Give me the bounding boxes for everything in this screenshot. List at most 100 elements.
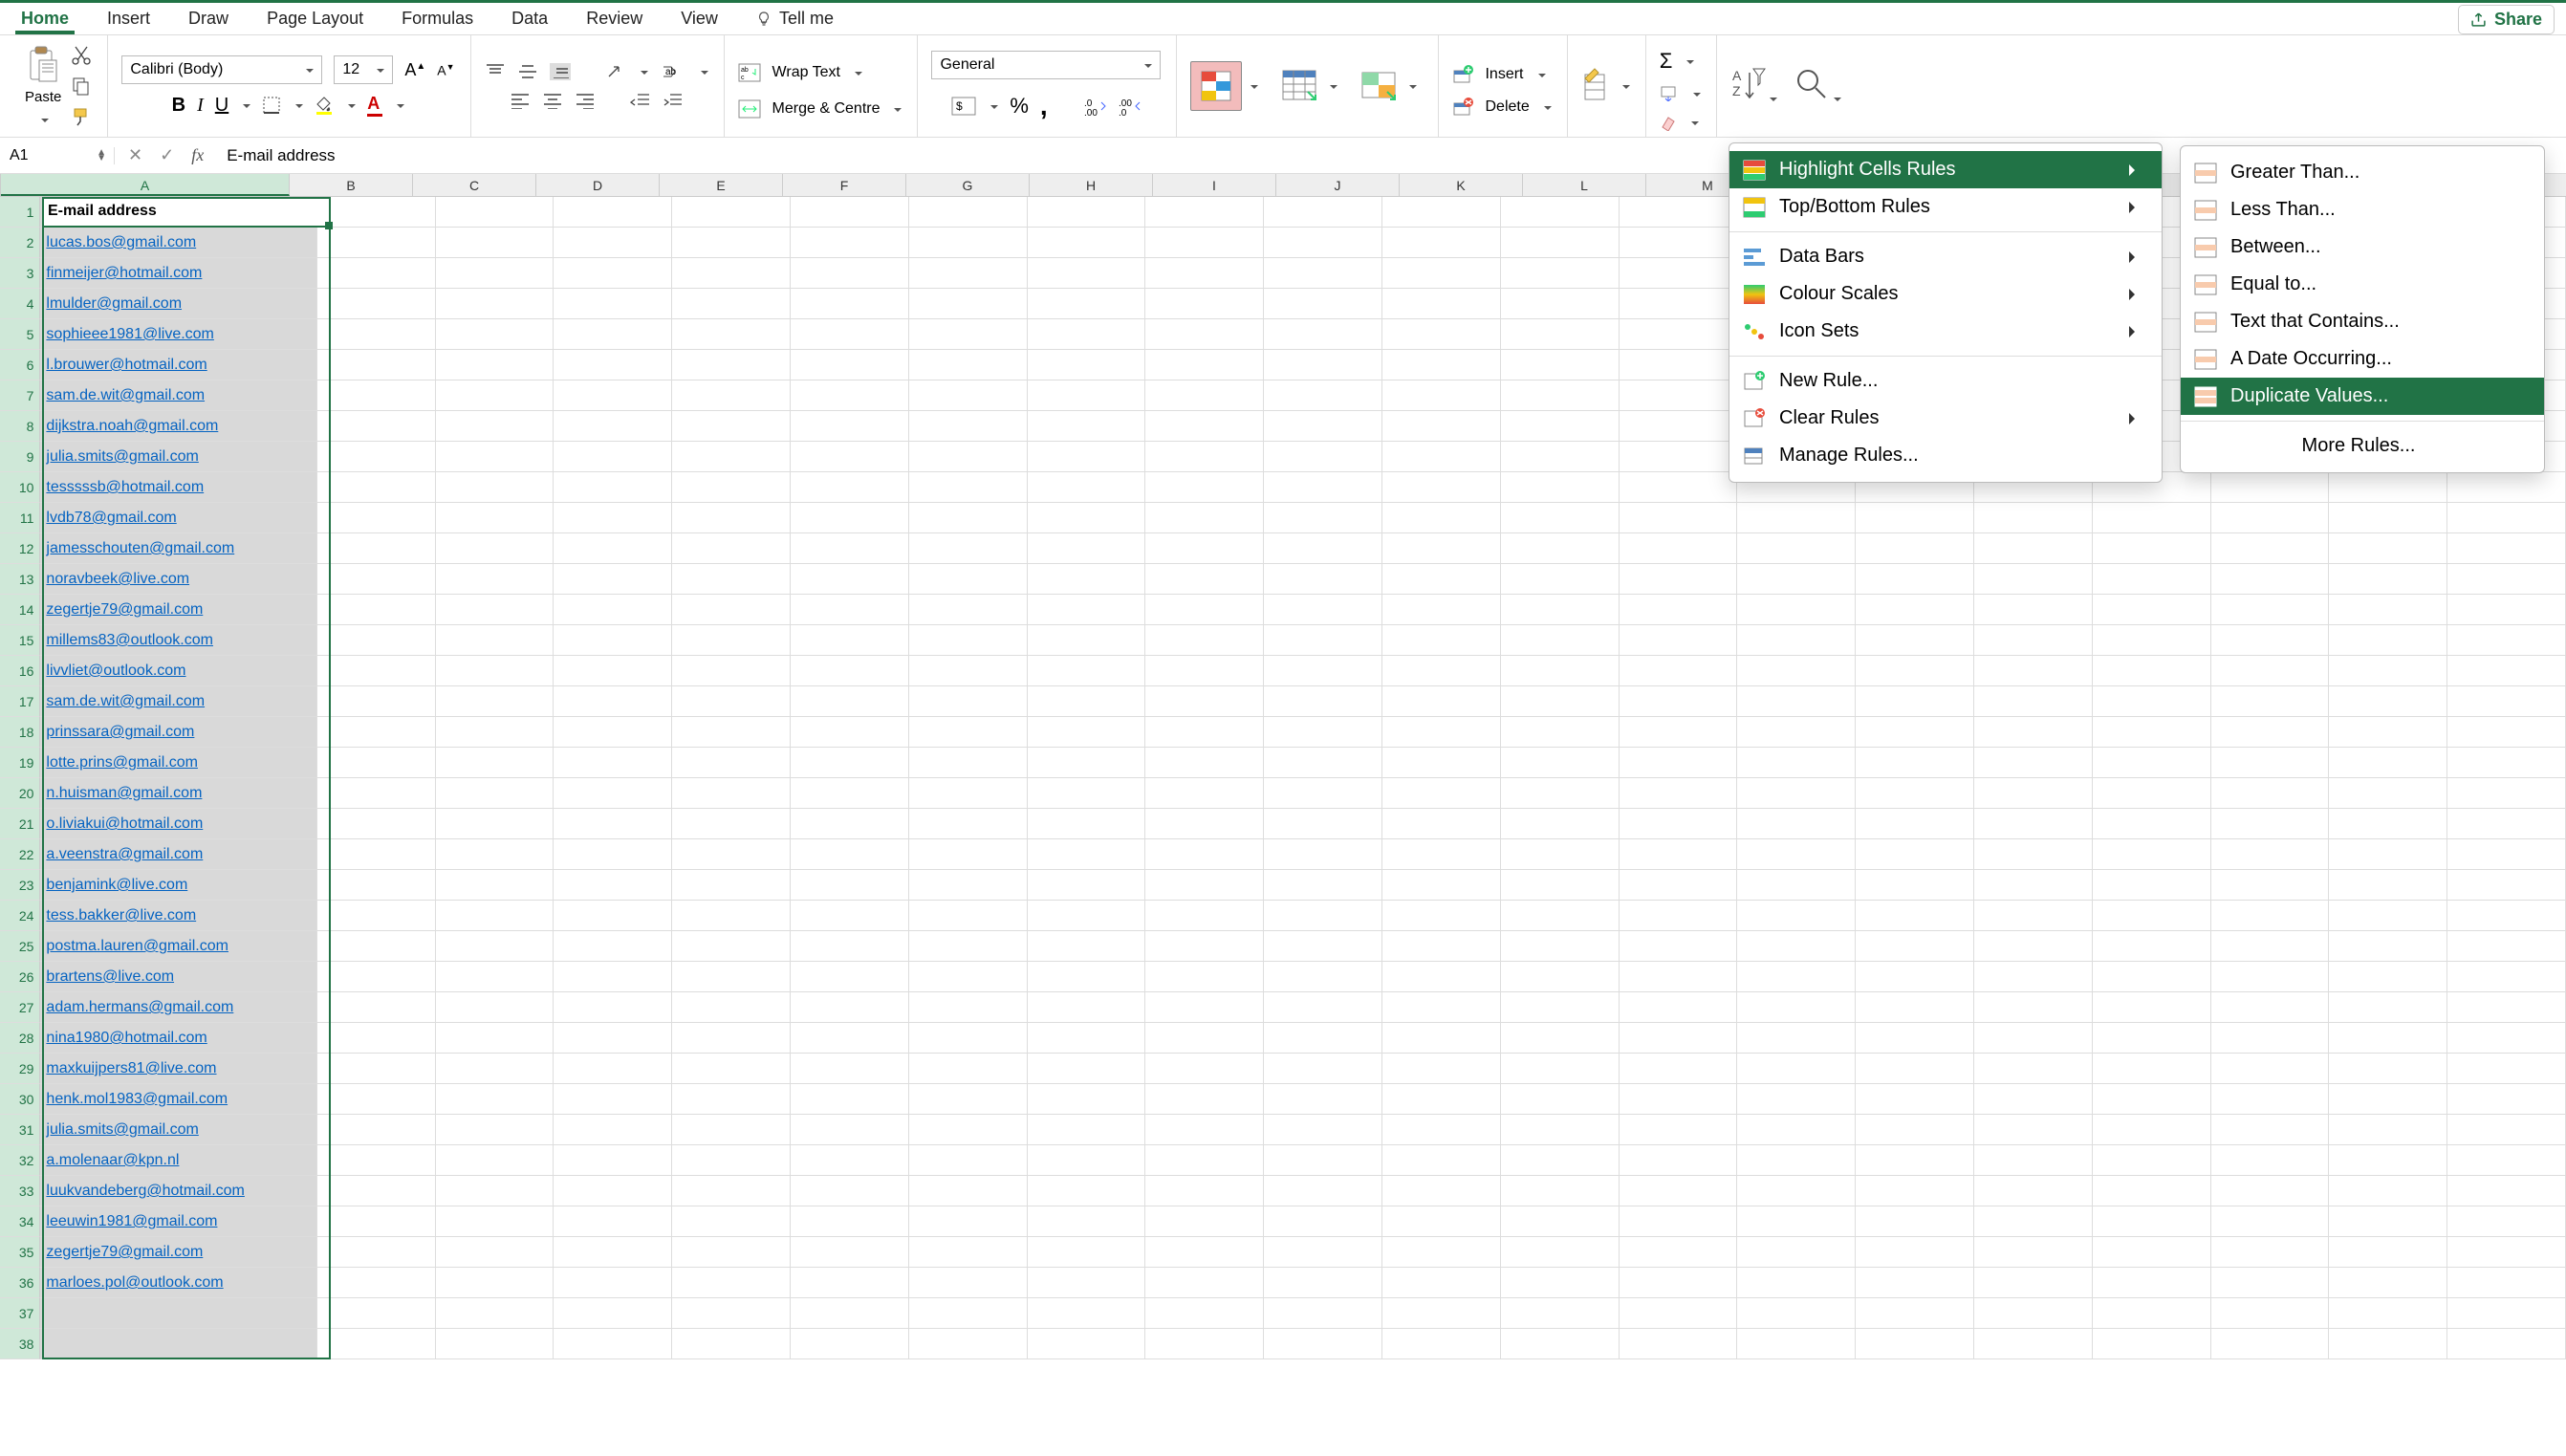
cell[interactable] [317,809,436,839]
cell[interactable] [2211,503,2330,533]
cell[interactable] [672,656,791,686]
tab-review[interactable]: Review [582,9,646,29]
cell[interactable] [1620,931,1738,962]
cell[interactable] [1856,656,1974,686]
cell[interactable] [672,503,791,533]
cell[interactable] [2093,1268,2211,1298]
decrease-decimal-icon[interactable]: .00.0 [1119,97,1142,116]
cell[interactable] [1737,533,1856,564]
decrease-indent-icon[interactable] [630,92,651,109]
cell[interactable] [1974,564,2093,595]
cell[interactable] [554,442,672,472]
orientation-icon[interactable] [605,63,626,80]
row-header[interactable]: 6 [0,350,40,380]
email-cell[interactable] [40,1329,316,1359]
cell[interactable] [791,350,909,380]
fill-icon[interactable] [1660,86,1679,101]
cell[interactable] [2093,901,2211,931]
cell[interactable] [1620,1237,1738,1268]
cell[interactable] [2093,533,2211,564]
cell[interactable] [1382,533,1501,564]
cell[interactable] [1737,931,1856,962]
cell[interactable] [436,442,555,472]
cell[interactable] [1264,1298,1382,1329]
cell[interactable] [1737,656,1856,686]
tab-draw[interactable]: Draw [185,9,232,29]
row-header[interactable]: 29 [0,1054,40,1084]
cell[interactable] [791,1176,909,1206]
cell[interactable] [1501,656,1620,686]
menu-manage-rules[interactable]: Manage Rules... [1729,437,2162,474]
cell[interactable] [1856,778,1974,809]
cell[interactable] [1620,1206,1738,1237]
cell[interactable] [436,472,555,503]
cell[interactable] [2093,931,2211,962]
cell[interactable] [1737,1206,1856,1237]
cell[interactable] [1620,228,1738,258]
cell[interactable] [791,1298,909,1329]
cell[interactable] [1620,289,1738,319]
cell[interactable] [1501,1084,1620,1115]
cell[interactable] [436,962,555,992]
accounting-dropdown[interactable] [988,98,998,115]
column-header-G[interactable]: G [906,174,1030,196]
cell[interactable] [791,901,909,931]
cell[interactable] [1974,870,2093,901]
cell[interactable] [317,870,436,901]
cell[interactable] [1145,686,1264,717]
text-direction-icon[interactable]: ab [660,63,686,80]
cell[interactable] [2447,992,2566,1023]
email-cell[interactable] [40,1298,316,1329]
cell[interactable] [1264,809,1382,839]
cell[interactable] [317,1115,436,1145]
cell[interactable] [1620,778,1738,809]
cell[interactable] [1382,503,1501,533]
cell[interactable] [2329,1054,2447,1084]
cell[interactable] [2447,901,2566,931]
cell[interactable] [909,564,1028,595]
cell[interactable] [317,1329,436,1359]
email-cell[interactable]: benjamink@live.com [40,870,316,901]
cell[interactable] [1620,258,1738,289]
cell[interactable] [672,197,791,228]
cell[interactable] [791,625,909,656]
cell[interactable] [1737,503,1856,533]
cell[interactable] [1501,595,1620,625]
cell[interactable] [1145,901,1264,931]
cell[interactable] [436,870,555,901]
cell[interactable] [1264,533,1382,564]
cell[interactable] [2211,656,2330,686]
cell[interactable] [1264,564,1382,595]
cell[interactable] [2329,717,2447,748]
cell[interactable] [554,686,672,717]
cell[interactable] [554,656,672,686]
cell[interactable] [791,931,909,962]
cell[interactable] [317,1145,436,1176]
cell[interactable] [1737,748,1856,778]
email-cell[interactable]: sam.de.wit@gmail.com [40,686,316,717]
row-header[interactable]: 30 [0,1084,40,1115]
menu-icon-sets[interactable]: Icon Sets [1729,313,2162,350]
cell[interactable] [1620,1115,1738,1145]
cell[interactable] [554,625,672,656]
cell[interactable] [1145,228,1264,258]
email-cell[interactable]: tess.bakker@live.com [40,901,316,931]
cell[interactable] [2447,1115,2566,1145]
cell[interactable] [2211,1145,2330,1176]
cell[interactable] [1264,1084,1382,1115]
cell[interactable] [1145,564,1264,595]
cell[interactable] [1028,289,1146,319]
row-header[interactable]: 12 [0,533,40,564]
cell[interactable] [317,228,436,258]
cell[interactable] [909,197,1028,228]
cell[interactable] [672,1145,791,1176]
cell[interactable] [1620,809,1738,839]
cell[interactable] [1028,228,1146,258]
cell[interactable] [436,778,555,809]
cell[interactable] [1620,411,1738,442]
cell[interactable] [1028,992,1146,1023]
align-bottom-icon part-active[interactable] [550,63,571,80]
fill-color-dropdown[interactable] [345,97,356,114]
cell[interactable] [2093,503,2211,533]
cell[interactable] [554,931,672,962]
